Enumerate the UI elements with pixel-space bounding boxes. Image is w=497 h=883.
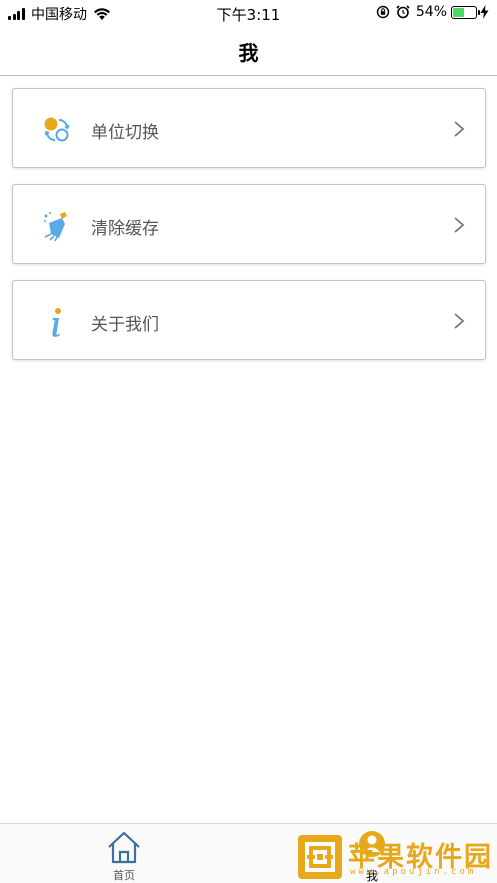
status-right: 54% [376,4,489,20]
home-icon [108,831,140,864]
menu-item-about-us[interactable]: 关于我们 [12,280,486,360]
menu-item-clear-cache[interactable]: 清除缓存 [12,184,486,264]
battery-percent: 54% [415,4,447,20]
battery-icon [451,5,480,19]
watermark: 苹果软件园 www.apoujin.com [298,833,492,883]
broom-icon [44,212,67,242]
info-icon [52,308,61,337]
watermark-url: www.apoujin.com [350,867,477,877]
watermark-logo [298,835,342,879]
menu-item-label: 清除缓存 [91,219,159,239]
alarm-icon [396,5,410,19]
charging-icon [480,5,489,19]
settings-menu: 单位切换 清除缓存 关于我们 [12,88,486,376]
chevron-right-icon [454,217,465,233]
rotation-lock-icon [376,5,390,19]
chevron-right-icon [454,121,465,137]
status-bar: 中国移动 下午3:11 54% [0,0,497,26]
battery-fill [453,7,464,17]
page-title: 我 [238,41,259,65]
menu-item-unit-switch[interactable]: 单位切换 [12,88,486,168]
navigation-bar: 我 [0,26,497,76]
unit-switch-icon [44,117,70,142]
watermark-logo-icon [305,842,335,872]
menu-item-label: 关于我们 [91,315,159,335]
menu-item-label: 单位切换 [91,123,159,143]
tab-home[interactable]: 首页 [79,830,169,883]
tab-label: 首页 [113,869,135,882]
chevron-right-icon [454,313,465,329]
